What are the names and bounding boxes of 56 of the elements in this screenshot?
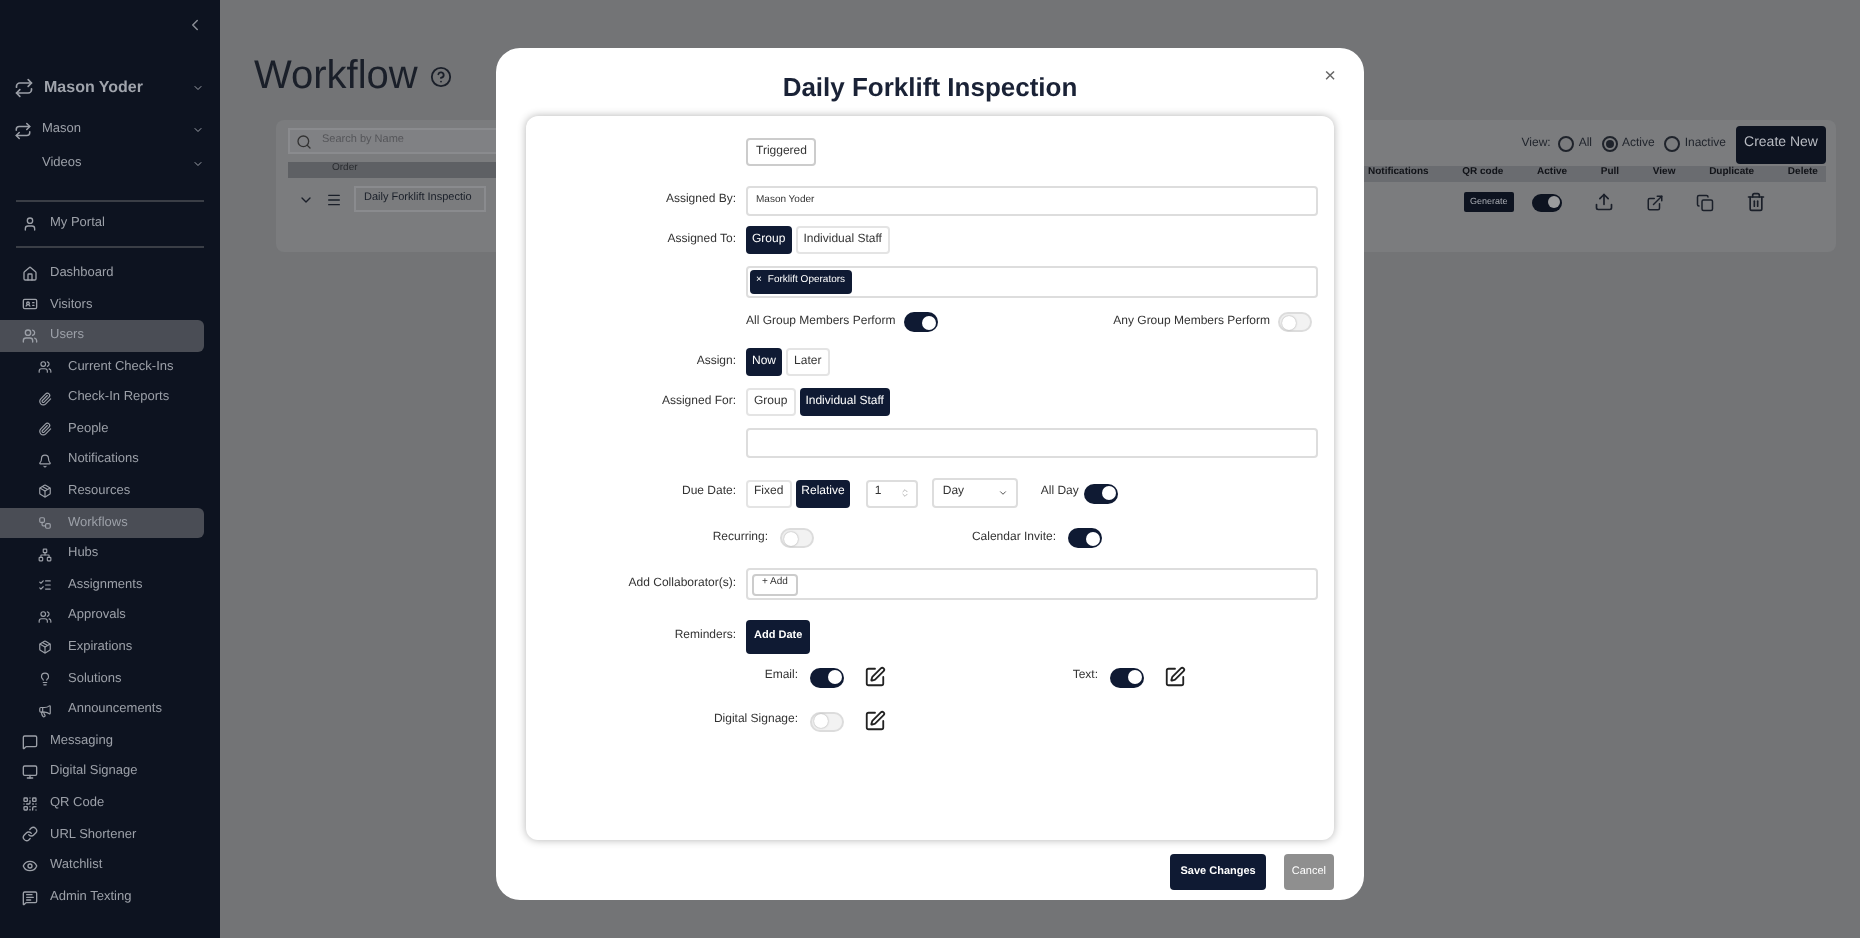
toggle-switch[interactable] — [1278, 312, 1312, 332]
radio-button[interactable] — [1558, 136, 1575, 152]
bell-icon — [38, 453, 52, 468]
toggle-switch[interactable] — [1068, 528, 1102, 548]
paperclip-icon — [38, 391, 52, 406]
person-icon — [22, 216, 38, 232]
radio-button[interactable] — [1664, 136, 1681, 152]
people-icon — [22, 327, 38, 344]
dialog-title: Daily Forklift Inspection — [782, 70, 1078, 106]
id-card-icon — [22, 296, 38, 313]
monitor-icon — [22, 764, 38, 781]
qr-code-icon — [22, 795, 38, 812]
toggle-switch[interactable] — [903, 312, 938, 332]
eye-icon — [22, 858, 38, 875]
toggle-switch[interactable] — [780, 528, 814, 548]
close-button[interactable]: × — [1324, 68, 1336, 88]
lightbulb-icon — [38, 672, 52, 687]
help-icon[interactable] — [429, 65, 452, 87]
swap-icon — [14, 78, 34, 98]
network-icon — [38, 547, 52, 562]
box-icon — [38, 484, 52, 499]
drag-handle-icon[interactable] — [326, 191, 342, 207]
radio-button[interactable] — [1602, 136, 1618, 152]
message-icon — [22, 889, 38, 906]
collapse-icon[interactable] — [186, 16, 204, 34]
upload-icon[interactable] — [1593, 192, 1614, 212]
edit-icon[interactable] — [864, 710, 886, 732]
caret-icon[interactable] — [192, 158, 204, 170]
chat-icon — [22, 733, 38, 750]
link-icon — [22, 826, 38, 843]
toggle-switch[interactable] — [1110, 667, 1144, 687]
house-icon — [22, 265, 38, 282]
toggle-switch[interactable] — [810, 667, 844, 687]
toggle-switch[interactable] — [810, 711, 844, 731]
caret-icon — [998, 488, 1009, 498]
text-field[interactable] — [746, 428, 1318, 458]
paperclip-icon — [38, 422, 52, 437]
workflow-icon — [38, 516, 52, 531]
account-name[interactable]: Mason Yoder — [44, 76, 143, 100]
caret-icon[interactable] — [192, 82, 204, 94]
search-icon — [296, 133, 312, 149]
toggle-switch[interactable] — [1084, 483, 1119, 503]
box-icon — [38, 640, 52, 655]
external-link-icon[interactable] — [1645, 193, 1664, 211]
edit-icon[interactable] — [864, 666, 886, 688]
edit-icon[interactable] — [1164, 666, 1186, 688]
people-icon — [38, 360, 52, 375]
megaphone-icon — [38, 703, 52, 718]
caret-icon[interactable] — [192, 124, 204, 136]
swap-icon — [14, 121, 32, 139]
toggle-switch[interactable] — [1531, 193, 1562, 211]
people-icon — [38, 609, 52, 624]
page-title: Workflow — [254, 52, 418, 102]
checklist-icon — [38, 578, 52, 593]
copy-icon[interactable] — [1695, 193, 1714, 211]
trash-icon[interactable] — [1745, 192, 1766, 212]
